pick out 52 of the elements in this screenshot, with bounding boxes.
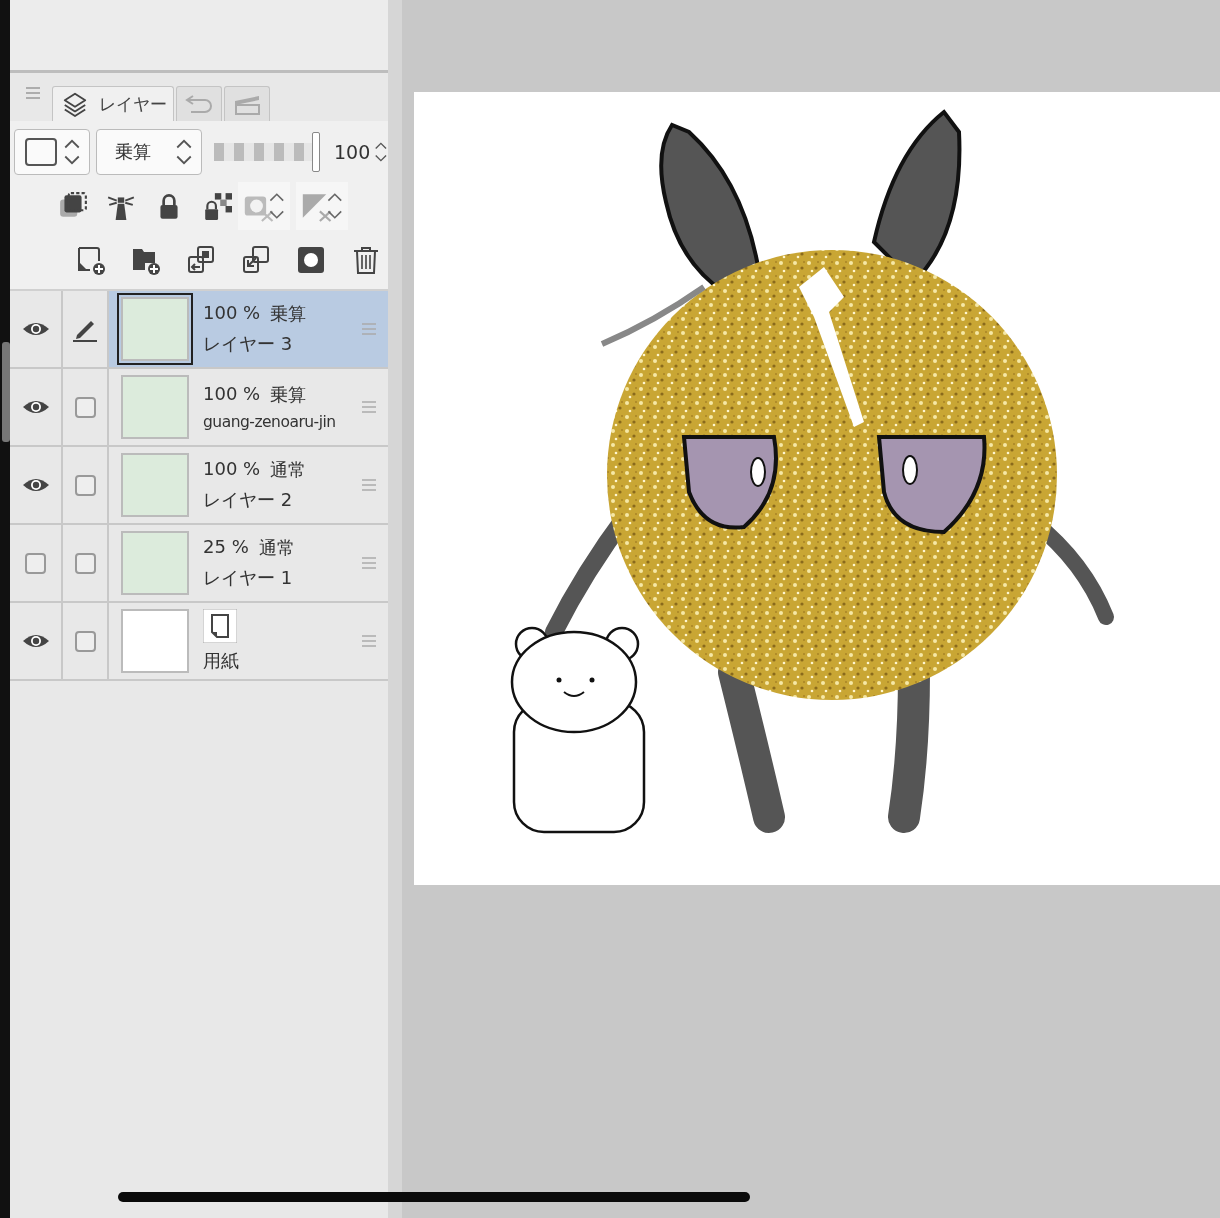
layer-name: レイヤー 3 <box>203 332 294 356</box>
ruler-dropdown[interactable] <box>296 182 348 230</box>
reference-checkbox[interactable] <box>74 552 96 574</box>
trash-icon[interactable] <box>351 245 381 275</box>
layer-blend-mode: 乗算 <box>270 302 307 326</box>
eye-icon[interactable] <box>21 476 50 494</box>
new-layer-icon[interactable] <box>76 245 106 275</box>
drag-handle-icon[interactable] <box>362 635 376 647</box>
opacity-value: 100 <box>333 141 371 163</box>
transfer-up-icon[interactable] <box>186 245 216 275</box>
mask-icon[interactable] <box>296 245 326 275</box>
merge-down-icon[interactable] <box>241 245 271 275</box>
panel-tab[interactable]: レイヤー <box>52 86 174 121</box>
drag-handle-icon[interactable] <box>362 401 376 413</box>
layer-opacity: 25 % <box>203 536 249 559</box>
layers-icon <box>61 91 89 117</box>
reference-checkbox[interactable] <box>74 474 96 496</box>
layer-thumbnail <box>121 453 189 517</box>
layer-name: guang-zenoaru-jin <box>203 413 337 431</box>
layer-blend-mode: 通常 <box>270 458 307 482</box>
layer-name: レイヤー 2 <box>203 488 294 512</box>
reference-checkbox[interactable] <box>74 396 96 418</box>
drag-handle-icon[interactable] <box>362 557 376 569</box>
layer-row[interactable]: 100 % 通常 レイヤー 2 <box>10 447 388 525</box>
drag-handle-icon[interactable] <box>362 479 376 491</box>
layer-thumbnail <box>121 531 189 595</box>
visibility-checkbox[interactable] <box>25 552 46 574</box>
opacity-slider[interactable] <box>213 132 318 172</box>
color-dropdown[interactable] <box>14 129 91 175</box>
blend-mode-dropdown[interactable]: 乗算 <box>96 129 202 175</box>
eye-icon[interactable] <box>21 632 50 650</box>
drag-handle-icon[interactable] <box>362 323 376 335</box>
panel-handle[interactable] <box>2 342 10 442</box>
eye-icon[interactable] <box>21 398 50 416</box>
mask-dropdown[interactable] <box>238 182 290 230</box>
layer-blend-mode: 乗算 <box>270 383 307 407</box>
eye-icon[interactable] <box>21 320 50 338</box>
canvas[interactable] <box>414 92 1220 885</box>
layer-blend-mode: 通常 <box>258 536 295 560</box>
lock-transparency-icon[interactable] <box>202 191 232 221</box>
layer-row[interactable]: 100 % 乗算 guang-zenoaru-jin <box>10 369 388 447</box>
layer-name: 用紙 <box>203 649 240 673</box>
layer-row[interactable]: 用紙 <box>10 603 388 681</box>
paper-icon <box>203 609 237 643</box>
layer-thumbnail <box>121 375 189 439</box>
layer-row[interactable]: 25 % 通常 レイヤー 1 <box>10 525 388 603</box>
layer-opacity: 100 % <box>203 458 261 481</box>
layer-opacity: 100 % <box>203 302 261 325</box>
layer-opacity: 100 % <box>203 383 261 406</box>
layer-name: レイヤー 1 <box>203 566 294 590</box>
layer-thumbnail <box>121 609 189 673</box>
reference-checkbox[interactable] <box>74 630 96 652</box>
